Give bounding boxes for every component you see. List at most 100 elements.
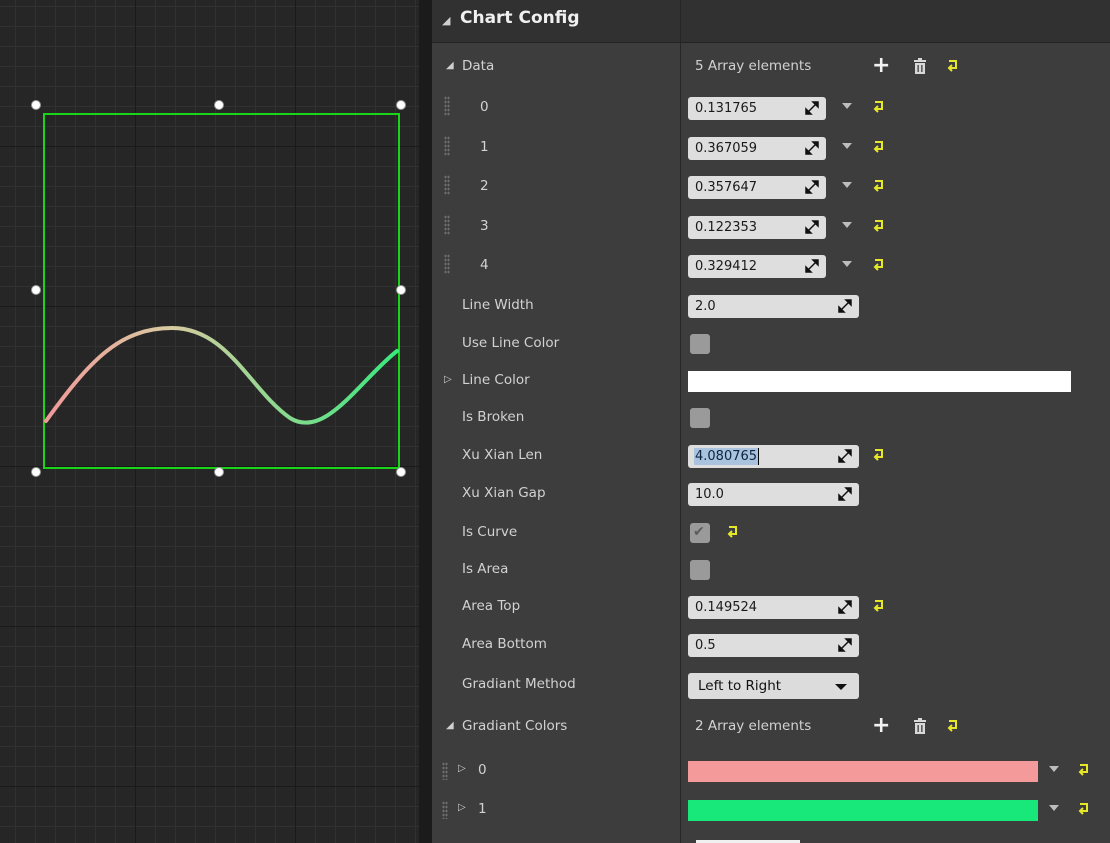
array-index-label: 1 [480,139,489,155]
drag-handle-icon[interactable] [444,215,450,235]
data-value-field[interactable]: 0.329412 [688,255,826,278]
resize-handle-top-left[interactable] [31,100,41,110]
chevron-down-icon[interactable] [842,182,852,188]
xu-xian-gap-row: Xu Xian Gap 10.0 [432,475,1110,513]
data-value-text: 0.329412 [695,259,758,274]
spin-arrows-icon[interactable] [838,600,852,614]
gradiant-method-label: Gradiant Method [462,676,576,692]
resize-handle-left[interactable] [31,285,41,295]
collapse-triangle-icon[interactable]: ◢ [442,14,450,27]
reset-to-default-icon[interactable] [872,447,886,461]
checkmark-icon: ✔ [693,524,705,540]
spin-arrows-icon[interactable] [805,180,819,194]
data-element-row: 3 0.122353 [432,208,1110,246]
chevron-down-icon[interactable] [842,103,852,109]
resize-handle-bottom-left[interactable] [31,467,41,477]
resize-handle-right[interactable] [396,285,406,295]
chevron-down-icon[interactable] [842,222,852,228]
data-value-field[interactable]: 0.131765 [688,97,826,120]
gradiant-method-value: Left to Right [698,678,782,694]
spin-arrows-icon[interactable] [805,101,819,115]
data-value-field[interactable]: 0.357647 [688,176,826,199]
is-broken-row: Is Broken [432,399,1110,437]
gradiant-color-swatch-0[interactable] [688,761,1038,782]
area-bottom-field[interactable]: 0.5 [688,634,859,657]
chart-config-section-header[interactable]: ◢ Chart Config [432,0,1110,43]
drag-handle-icon[interactable] [444,175,450,195]
is-area-label: Is Area [462,561,509,577]
spin-arrows-icon[interactable] [838,487,852,501]
xu-xian-len-label: Xu Xian Len [462,447,543,463]
drag-handle-icon[interactable] [444,136,450,156]
area-top-field[interactable]: 0.149524 [688,596,859,619]
widget-bounds-frame [43,113,400,469]
spin-arrows-icon[interactable] [805,141,819,155]
drag-handle-icon[interactable] [442,801,448,819]
resize-handle-bottom[interactable] [214,467,224,477]
reset-to-default-icon[interactable] [946,718,960,732]
array-index-label: 0 [480,99,489,115]
chevron-down-icon[interactable] [842,143,852,149]
reset-to-default-icon[interactable] [872,598,886,612]
data-value-text: 0.131765 [695,101,758,116]
reset-to-default-icon[interactable] [872,178,886,192]
use-line-color-checkbox[interactable] [690,334,710,354]
is-area-checkbox[interactable] [690,560,710,580]
reset-to-default-icon[interactable] [872,257,886,271]
plus-icon[interactable]: + [872,713,890,738]
resize-handle-top[interactable] [214,100,224,110]
xu-xian-len-value: 4.080765 [694,448,760,465]
line-width-value: 2.0 [695,299,716,314]
viewport-splitter[interactable] [419,0,432,843]
use-line-color-label: Use Line Color [462,335,560,351]
reset-to-default-icon[interactable] [946,58,960,72]
xu-xian-len-field[interactable]: 4.080765 [688,445,859,468]
drag-handle-icon[interactable] [444,254,450,274]
reset-to-default-icon[interactable] [872,218,886,232]
spin-arrows-icon[interactable] [805,259,819,273]
data-value-field[interactable]: 0.122353 [688,216,826,239]
spin-arrows-icon[interactable] [838,299,852,313]
chevron-down-icon[interactable] [842,261,852,267]
area-bottom-label: Area Bottom [462,636,547,652]
spin-arrows-icon[interactable] [805,220,819,234]
trash-icon[interactable] [912,717,928,735]
data-array-label: Data [462,58,495,74]
spin-arrows-icon[interactable] [838,449,852,463]
data-value-field[interactable]: 0.367059 [688,137,826,160]
array-index-label: 4 [480,257,489,273]
gradiant-colors-label: Gradiant Colors [462,718,568,734]
drag-handle-icon[interactable] [442,762,448,780]
array-index-label: 0 [478,762,487,778]
collapse-triangle-icon[interactable]: ◢ [446,60,454,71]
drag-handle-icon[interactable] [444,96,450,116]
reset-to-default-icon[interactable] [872,99,886,113]
reset-to-default-icon[interactable] [726,524,740,538]
trash-icon[interactable] [912,57,928,75]
xu-xian-gap-label: Xu Xian Gap [462,485,546,501]
array-index-label: 1 [478,801,487,817]
expand-triangle-icon[interactable]: ▷ [458,763,466,774]
resize-handle-top-right[interactable] [396,100,406,110]
line-color-swatch[interactable] [688,371,1071,392]
chevron-down-icon[interactable] [1049,805,1059,811]
chart-widget-preview[interactable] [0,0,432,843]
data-array-count: 5 Array elements [695,58,812,74]
expand-triangle-icon[interactable]: ▷ [458,802,466,813]
is-broken-checkbox[interactable] [690,408,710,428]
line-width-field[interactable]: 2.0 [688,295,859,318]
collapse-triangle-icon[interactable]: ◢ [446,720,454,731]
expand-triangle-icon[interactable]: ▷ [444,374,452,385]
data-element-row: 4 0.329412 [432,247,1110,285]
gradiant-method-dropdown[interactable]: Left to Right [688,673,859,699]
reset-to-default-icon[interactable] [1077,801,1091,815]
chevron-down-icon[interactable] [1049,766,1059,772]
reset-to-default-icon[interactable] [1077,762,1091,776]
is-curve-checkbox[interactable]: ✔ [690,523,710,543]
spin-arrows-icon[interactable] [838,638,852,652]
resize-handle-bottom-right[interactable] [396,467,406,477]
gradiant-color-swatch-1[interactable] [688,800,1038,821]
xu-xian-gap-field[interactable]: 10.0 [688,483,859,506]
plus-icon[interactable]: + [872,53,890,78]
reset-to-default-icon[interactable] [872,139,886,153]
